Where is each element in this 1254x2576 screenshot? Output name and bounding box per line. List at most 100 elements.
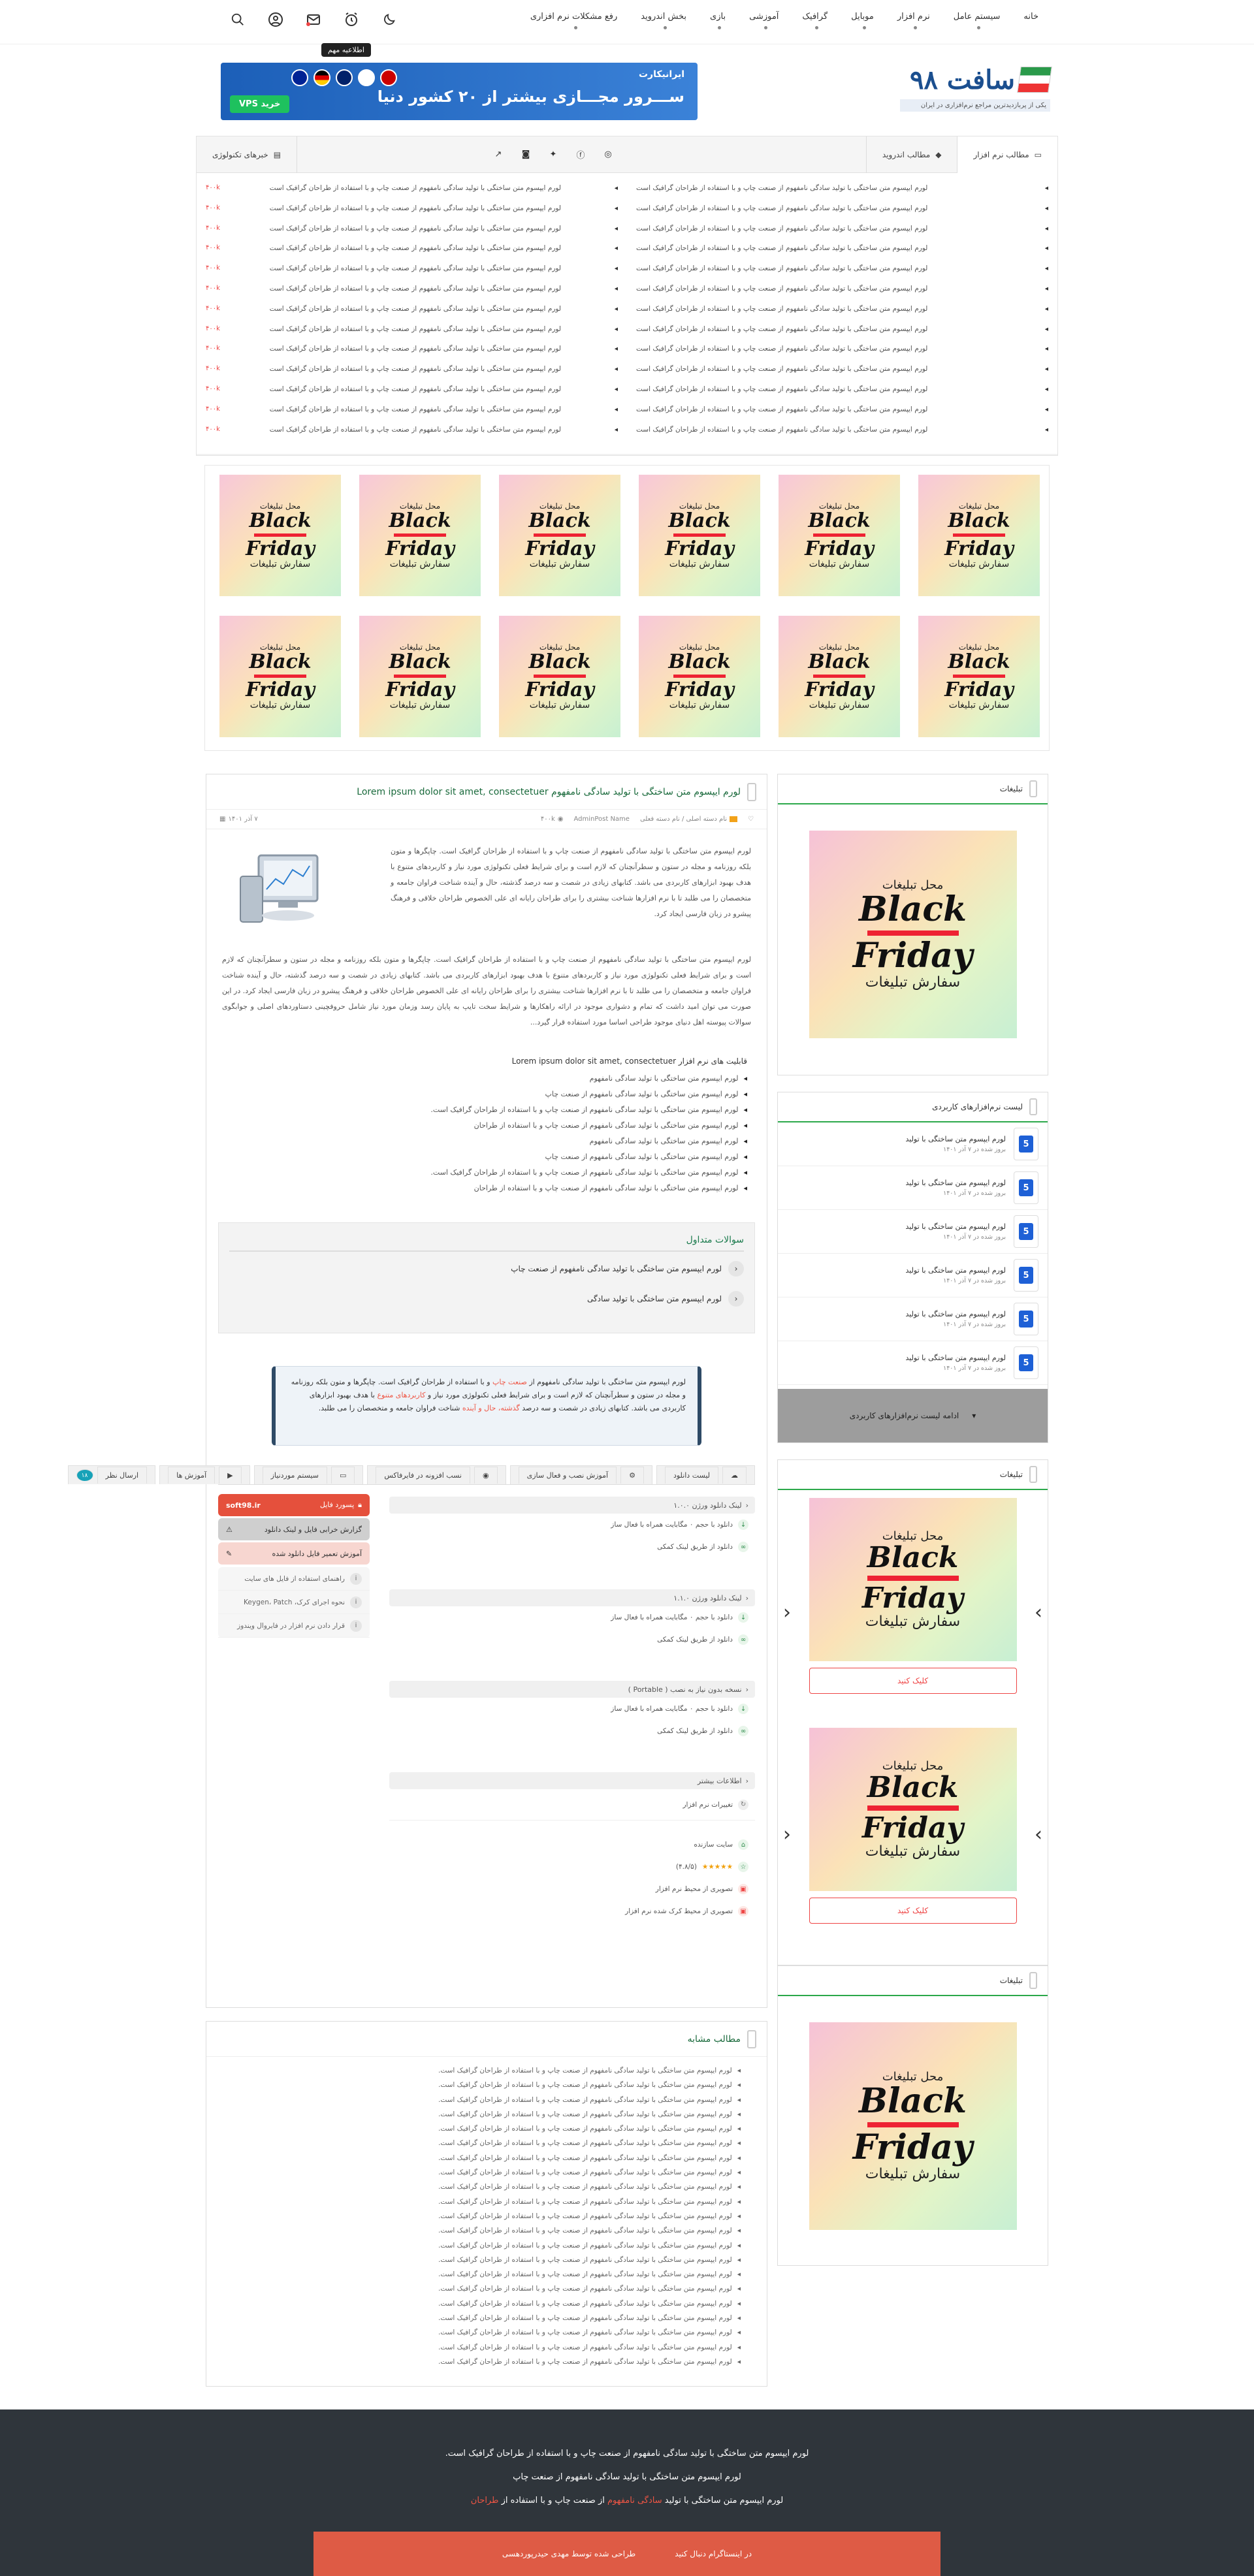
ad-click-button[interactable]: کلیک کنید [809,1898,1017,1924]
post-item[interactable]: لورم ایپسوم متن ساختگی با تولید سادگی نا… [636,400,1048,420]
download-link[interactable]: ∞ دانلود از طریق لینک کمکی [389,1536,755,1558]
more-software-button[interactable]: ▾ ادامه لیست نرم‌افزارهای کاربردی [778,1389,1048,1442]
post-item[interactable]: لورم ایپسوم متن ساختگی با تولید سادگی نا… [636,420,1048,440]
tab-install-guide[interactable]: ⚙ آموزش نصب و فعال سازی [509,1465,652,1484]
chevron-left-icon[interactable]: ‹ [783,1601,791,1624]
menu-item[interactable]: خانه [1023,12,1038,22]
tab-tutorials[interactable]: ▶ آموزش ها [159,1465,250,1484]
tab-firefox-addon[interactable]: ◉ نسب افزونه در فایرفاکس [367,1465,506,1484]
post-item[interactable]: لورم ایپسوم متن ساختگی با تولید سادگی نا… [636,259,1048,279]
section-header[interactable]: ‹ لینک دانلود ورژن ۱.۱.۰ [389,1589,755,1606]
news-item[interactable]: لورم ایپسوم متن ساختگی با تولید سادگی نا… [206,400,618,420]
menu-item[interactable]: بازی [710,12,726,29]
ad-placeholder[interactable]: محل تبلیغات Black Friday سفارش تبلیغات [779,475,900,596]
chevron-right-icon[interactable]: › [1035,1823,1042,1846]
software-item[interactable]: 5 لورم ایپسوم متن ساختگی با تولید بروز شده… [778,1210,1048,1254]
tab-tech-news[interactable]: ▤ خبرهای تکنولوژی [197,136,298,173]
faq-question[interactable]: ‹ لورم ایپسوم متن ساختگی با تولید سادگی [229,1291,744,1307]
software-item[interactable]: 5 لورم ایپسوم متن ساختگی با تولید بروز شده… [778,1297,1048,1341]
ad-placeholder[interactable]: محل تبلیغات Black Friday سفارش تبلیغات [359,616,481,737]
help-link[interactable]: i قرار دادن نرم افزار در فایروال ویندوز [218,1614,370,1638]
buy-vps-button[interactable]: خرید VPS [230,95,290,113]
ad-placeholder[interactable]: محل تبلیغات Black Friday سفارش تبلیغات [809,1498,1017,1661]
post-item[interactable]: لورم ایپسوم متن ساختگی با تولید سادگی نا… [636,319,1048,340]
tab-download-list[interactable]: ☁ لیست دانلود [656,1465,755,1484]
instagram-icon[interactable]: ◎ [599,146,617,164]
report-broken-button[interactable]: گزارش خرابی فایل و لینک دانلود ⚠ [218,1518,370,1540]
screenshot-link[interactable]: ▣ تصویری از محیط نرم افزار [389,1878,755,1900]
download-link[interactable]: ∞ دانلود از طریق لینک کمکی [389,1629,755,1651]
similar-post-link[interactable]: لورم ایپسوم متن ساختگی با تولید سادگی نا… [233,2311,741,2325]
ad-placeholder[interactable]: محل تبلیغات Black Friday سفارش تبلیغات [809,1728,1017,1891]
menu-item[interactable]: گرافیک [802,12,828,29]
site-logo[interactable]: سافت ۹۸ یکی از پربازدیدترین مراجع نرم‌اف… [900,60,1052,118]
similar-post-link[interactable]: لورم ایپسوم متن ساختگی با تولید سادگی نا… [233,2195,741,2209]
ad-placeholder[interactable]: محل تبلیغات Black Friday سفارش تبلیغات [809,2022,1017,2230]
repair-guide-button[interactable]: آموزش تعمیر فایل دانلود شده ✎ [218,1542,370,1565]
similar-post-link[interactable]: لورم ایپسوم متن ساختگی با تولید سادگی نا… [233,2282,741,2296]
like-icon[interactable]: ♡ [748,816,754,823]
post-item[interactable]: لورم ایپسوم متن ساختگی با تولید سادگی نا… [636,379,1048,400]
similar-post-link[interactable]: لورم ایپسوم متن ساختگی با تولید سادگی نا… [233,2253,741,2267]
similar-post-link[interactable]: لورم ایپسوم متن ساختگی با تولید سادگی نا… [233,2325,741,2340]
similar-post-link[interactable]: لورم ایپسوم متن ساختگی با تولید سادگی نا… [233,2063,741,2078]
ad-click-button[interactable]: کلیک کنید [809,1668,1017,1694]
similar-post-link[interactable]: لورم ایپسوم متن ساختگی با تولید سادگی نا… [233,2180,741,2194]
similar-post-link[interactable]: لورم ایپسوم متن ساختگی با تولید سادگی نا… [233,2238,741,2253]
ad-placeholder[interactable]: محل تبلیغات Black Friday سفارش تبلیغات [219,616,341,737]
similar-post-link[interactable]: لورم ایپسوم متن ساختگی با تولید سادگی نا… [233,2078,741,2092]
screenshot-link[interactable]: ▣ تصویری از محیط کرک شده نرم افزار [389,1900,755,1922]
instagram-follow-link[interactable]: در اینستاگرام دنبال کنید [675,2549,752,2558]
news-item[interactable]: لورم ایپسوم متن ساختگی با تولید سادگی نا… [206,420,618,440]
news-item[interactable]: لورم ایپسوم متن ساختگی با تولید سادگی نا… [206,259,618,279]
help-link[interactable]: i نحوه اجرای کرک، Keygen، Patch [218,1591,370,1614]
section-header[interactable]: ‹ اطلاعات بیشتر [389,1772,755,1789]
rss-icon[interactable]: ◙ [517,146,535,164]
software-item[interactable]: 5 لورم ایپسوم متن ساختگی با تولید بروز شده… [778,1341,1048,1385]
ad-placeholder[interactable]: محل تبلیغات Black Friday سفارش تبلیغات [639,475,760,596]
similar-post-link[interactable]: لورم ایپسوم متن ساختگی با تولید سادگی نا… [233,2223,741,2238]
post-item[interactable]: لورم ایپسوم متن ساختگی با تولید سادگی نا… [636,339,1048,359]
chevron-right-icon[interactable]: › [1035,1601,1042,1624]
menu-item[interactable]: نرم افزار [897,12,930,29]
post-item[interactable]: لورم ایپسوم متن ساختگی با تولید سادگی نا… [636,178,1048,199]
post-item[interactable]: لورم ایپسوم متن ساختگی با تولید سادگی نا… [636,219,1048,239]
menu-item[interactable]: سیستم عامل [954,12,1000,29]
tab-software[interactable]: ▭ مطالب نرم افزار [957,136,1057,173]
tab-android[interactable]: ◆ مطالب اندروید [865,136,957,173]
news-item[interactable]: لورم ایپسوم متن ساختگی با تولید سادگی نا… [206,379,618,400]
similar-post-link[interactable]: لورم ایپسوم متن ساختگی با تولید سادگی نا… [233,2093,741,2107]
search-icon[interactable] [229,10,247,29]
rating[interactable]: ☆ ★★★★★ (۴.۸/۵) [389,1856,755,1878]
news-item[interactable]: لورم ایپسوم متن ساختگی با تولید سادگی نا… [206,339,618,359]
similar-post-link[interactable]: لورم ایپسوم متن ساختگی با تولید سادگی نا… [233,2165,741,2180]
news-item[interactable]: لورم ایپسوم متن ساختگی با تولید سادگی نا… [206,178,618,199]
section-header[interactable]: ‹ لینک دانلود ورژن ۱.۰.۰ [389,1497,755,1514]
similar-post-link[interactable]: لورم ایپسوم متن ساختگی با تولید سادگی نا… [233,2297,741,2311]
category-path[interactable]: نام دسته اصلی / نام دسته فعلی [640,816,727,823]
ad-placeholder[interactable]: محل تبلیغات Black Friday سفارش تبلیغات [918,616,1040,737]
news-item[interactable]: لورم ایپسوم متن ساختگی با تولید سادگی نا… [206,279,618,299]
mail-icon[interactable] [304,10,323,29]
password-box[interactable]: 🔒︎ پسورد فایل soft98.ir [218,1494,370,1516]
similar-post-link[interactable]: لورم ایپسوم متن ساختگی با تولید سادگی نا… [233,2122,741,2136]
news-item[interactable]: لورم ایپسوم متن ساختگی با تولید سادگی نا… [206,319,618,340]
vps-banner-ad[interactable]: ایرانیکارت ســـرور مجـــازی بیشتر از ۲۰ … [221,63,698,120]
post-item[interactable]: لورم ایپسوم متن ساختگی با تولید سادگی نا… [636,199,1048,219]
tab-requirements[interactable]: ▭ سیستم موردنیاز [253,1465,364,1484]
tab-comments[interactable]: ارسال نظر ۱۸ [67,1465,156,1484]
download-link[interactable]: ↓ دانلود با حجم ۰ مگابایت همراه با فعال س… [389,1606,755,1629]
download-link[interactable]: ↓ دانلود با حجم ۰ مگابایت همراه با فعال س… [389,1698,755,1720]
news-item[interactable]: لورم ایپسوم متن ساختگی با تولید سادگی نا… [206,359,618,379]
ad-placeholder[interactable]: محل تبلیغات Black Friday سفارش تبلیغات [499,616,620,737]
chevron-left-icon[interactable]: ‹ [783,1823,791,1846]
news-item[interactable]: لورم ایپسوم متن ساختگی با تولید سادگی نا… [206,238,618,259]
ad-placeholder[interactable]: محل تبلیغات Black Friday سفارش تبلیغات [219,475,341,596]
dark-mode-icon[interactable] [380,10,398,29]
author-name[interactable]: AdminPost Name [573,816,629,823]
menu-item[interactable]: موبایل [851,12,874,29]
software-item[interactable]: 5 لورم ایپسوم متن ساختگی با تولید بروز شده… [778,1166,1048,1210]
facebook-icon[interactable]: ⓕ [571,146,590,164]
post-item[interactable]: لورم ایپسوم متن ساختگی با تولید سادگی نا… [636,279,1048,299]
post-item[interactable]: لورم ایپسوم متن ساختگی با تولید سادگی نا… [636,359,1048,379]
